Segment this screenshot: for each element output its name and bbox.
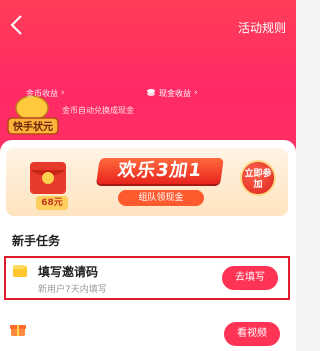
cash-earnings[interactable]: 现金收益 › [146, 88, 198, 99]
earnings-row: 金币收益 › 现金收益 › [26, 85, 236, 101]
fill-in-button[interactable]: 去填写 [222, 266, 278, 290]
join-now-button[interactable]: 立即参加 [240, 160, 276, 196]
gift-icon [10, 325, 26, 336]
task-title: 填写邀请码 [38, 265, 99, 279]
task-invite-code: 填写邀请码 新用户7天内填写 去填写 [4, 256, 290, 300]
auto-exchange-note: 金币自动兑换成现金 [62, 106, 134, 115]
logo-text: 快手状元 [12, 120, 53, 133]
coin-earnings[interactable]: 金币收益 › [26, 88, 65, 99]
coin-earnings-label: 金币收益 [26, 88, 58, 98]
task-watch-video: 看视频 [4, 318, 290, 351]
cash-icon [147, 89, 155, 96]
watch-video-button[interactable]: 看视频 [224, 322, 280, 346]
wallet-icon [13, 265, 27, 277]
promo-banner[interactable]: 68元 欢乐3加1 组队领现金 立即参加 [6, 148, 288, 216]
banner-title: 欢乐3加1 [96, 158, 224, 184]
price-tag: 68元 [36, 196, 68, 210]
rules-link[interactable]: 活动规则 [238, 19, 286, 36]
back-icon[interactable] [8, 14, 26, 36]
section-title: 新手任务 [12, 234, 61, 248]
chevron-right-icon: › [194, 88, 198, 98]
banner-subtitle: 组队领现金 [118, 190, 204, 206]
task-description: 新用户7天内填写 [38, 285, 107, 295]
chevron-right-icon: › [61, 88, 65, 98]
cash-earnings-label: 现金收益 [159, 88, 191, 98]
